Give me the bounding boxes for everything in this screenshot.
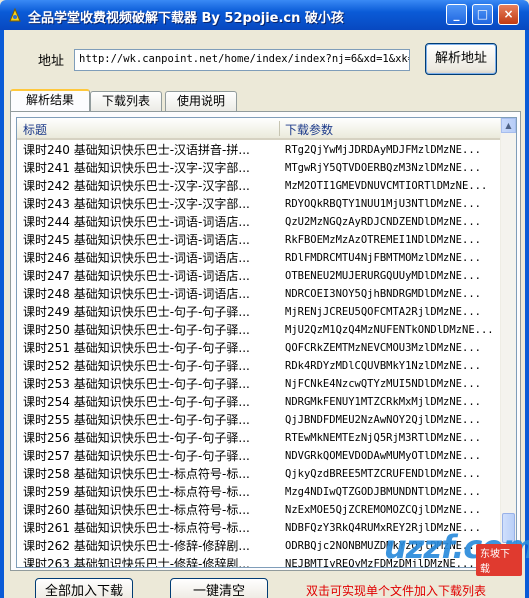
- row-download-params: NjFCNkE4NzcwQTYzMUI5NDlDMzNE...: [285, 378, 481, 390]
- watermark-logo: uzzf.com 东坡下载: [360, 524, 529, 576]
- table-row[interactable]: 课时245 基础知识快乐巴士-词语-词语店... RkFBOEMzMzAzOTRE…: [17, 231, 503, 249]
- clear-all-button[interactable]: 一键清空: [170, 578, 268, 598]
- close-button[interactable]: ×: [498, 4, 519, 25]
- minimize-button[interactable]: _: [446, 4, 467, 25]
- row-title: 课时247 基础知识快乐巴士-词语-词语店...: [23, 269, 250, 283]
- window-title: 全品学堂收费视频破解下载器 By 52pojie.cn 破小孩: [28, 11, 344, 26]
- row-title: 课时261 基础知识快乐巴士-标点符号-标...: [23, 521, 250, 535]
- row-title: 课时251 基础知识快乐巴士-句子-句子驿...: [23, 341, 250, 355]
- row-download-params: MzM2OTI1GMEVDNUVCMTIORTlDMzNE...: [285, 180, 488, 192]
- row-download-params: RkFBOEMzMzAzOTREMEI1NDlDMzNE...: [285, 234, 481, 246]
- tab-download-list[interactable]: 下载列表: [90, 91, 162, 111]
- app-icon: [9, 7, 21, 22]
- row-download-params: MjRENjJCREU5QOFCMTA2RjlDMzNE...: [285, 306, 481, 318]
- table-row[interactable]: 课时249 基础知识快乐巴士-句子-句子驿... MjRENjJCREU5QOFC…: [17, 303, 503, 321]
- table-row[interactable]: 课时241 基础知识快乐巴士-汉字-汉字部... MTgwRjY5QTVDOERB…: [17, 159, 503, 177]
- parse-address-button[interactable]: 解析地址: [425, 43, 497, 75]
- table-row[interactable]: 课时244 基础知识快乐巴士-词语-词语店... QzU2MzNGQzAyRDJC…: [17, 213, 503, 231]
- row-title: 课时240 基础知识快乐巴士-汉语拼音-拼...: [23, 143, 250, 157]
- column-divider[interactable]: [279, 121, 280, 136]
- row-title: 课时244 基础知识快乐巴士-词语-词语店...: [23, 215, 250, 229]
- row-title: 课时262 基础知识快乐巴士-修辞-修辞剧...: [23, 539, 250, 553]
- tab-instructions[interactable]: 使用说明: [165, 91, 237, 111]
- table-row[interactable]: 课时248 基础知识快乐巴士-词语-词语店... NDRCOEI3NOY5QjhB…: [17, 285, 503, 303]
- row-title: 课时246 基础知识快乐巴士-词语-词语店...: [23, 251, 250, 265]
- table-row[interactable]: 课时242 基础知识快乐巴士-汉字-汉字部... MzM2OTI1GMEVDNUV…: [17, 177, 503, 195]
- row-title: 课时241 基础知识快乐巴士-汉字-汉字部...: [23, 161, 250, 175]
- row-download-params: NDRGMkFENUY1MTZCRkMxMjlDMzNE...: [285, 396, 481, 408]
- vertical-scrollbar[interactable]: ▲ ▼: [500, 118, 516, 567]
- row-title: 课时259 基础知识快乐巴士-标点符号-标...: [23, 485, 250, 499]
- row-download-params: QjJBNDFDMEU2NzAwNOY2QjlDMzNE...: [285, 414, 481, 426]
- row-title: 课时255 基础知识快乐巴士-句子-句子驿...: [23, 413, 250, 427]
- row-title: 课时253 基础知识快乐巴士-句子-句子驿...: [23, 377, 250, 391]
- row-download-params: Mzg4NDIwQTZGODJBMUNDNTlDMzNE...: [285, 486, 481, 498]
- table-row[interactable]: 课时251 基础知识快乐巴士-句子-句子驿... QOFCRkZEMTMzNEVC…: [17, 339, 503, 357]
- address-label: 地址: [38, 54, 65, 69]
- row-download-params: OTBENEU2MUJERURGQUUyMDlDMzNE...: [285, 270, 481, 282]
- row-title: 课时258 基础知识快乐巴士-标点符号-标...: [23, 467, 250, 481]
- table-row[interactable]: 课时255 基础知识快乐巴士-句子-句子驿... QjJBNDFDMEU2NzAw…: [17, 411, 503, 429]
- row-title: 课时256 基础知识快乐巴士-句子-句子驿...: [23, 431, 250, 445]
- tab-parse-results[interactable]: 解析结果: [10, 89, 90, 112]
- row-title: 课时257 基础知识快乐巴士-句子-句子驿...: [23, 449, 250, 463]
- table-row[interactable]: 课时259 基础知识快乐巴士-标点符号-标... Mzg4NDIwQTZGODJB…: [17, 483, 503, 501]
- row-download-params: RDk4RDYzMDlCQUVBMkY1NzlDMzNE...: [285, 360, 481, 372]
- row-title: 课时249 基础知识快乐巴士-句子-句子驿...: [23, 305, 250, 319]
- address-input[interactable]: http://wk.canpoint.net/home/index/index?…: [74, 49, 410, 71]
- row-download-params: QjkyQzdBREE5MTZCRUFENDlDMzNE...: [285, 468, 481, 480]
- row-title: 课时245 基础知识快乐巴士-词语-词语店...: [23, 233, 250, 247]
- double-click-hint: 双击可实现单个文件加入下载列表: [306, 584, 487, 598]
- window-frame-left: [0, 30, 4, 598]
- table-row[interactable]: 课时258 基础知识快乐巴士-标点符号-标... QjkyQzdBREE5MTZC…: [17, 465, 503, 483]
- row-title: 课时250 基础知识快乐巴士-句子-句子驿...: [23, 323, 250, 337]
- row-download-params: MjU2QzM1QzQ4MzNUFENTkONDlDMzNE...: [285, 324, 494, 336]
- row-download-params: RTEwMkNEMTEzNjQ5RjM3RTlDMzNE...: [285, 432, 481, 444]
- table-row[interactable]: 课时257 基础知识快乐巴士-句子-句子驿... NDVGRkQOMEVDODAw…: [17, 447, 503, 465]
- table-row[interactable]: 课时260 基础知识快乐巴士-标点符号-标... NzExMOE5QjZCREMO…: [17, 501, 503, 519]
- table-row[interactable]: 课时243 基础知识快乐巴士-汉字-汉字部... RDYOQkRBQTY1NUU1…: [17, 195, 503, 213]
- row-download-params: RTg2QjYwMjJDRDAyMDJFMzlDMzNE...: [285, 144, 481, 156]
- table-row[interactable]: 课时250 基础知识快乐巴士-句子-句子驿... MjU2QzM1QzQ4MzNU…: [17, 321, 503, 339]
- list-header: 标题 下载参数: [17, 118, 503, 140]
- column-header-title[interactable]: 标题: [23, 121, 47, 138]
- table-row[interactable]: 课时252 基础知识快乐巴士-句子-句子驿... RDk4RDYzMDlCQUVB…: [17, 357, 503, 375]
- window-frame-right: [525, 30, 529, 598]
- add-all-to-download-button[interactable]: 全部加入下载: [35, 578, 133, 598]
- table-row[interactable]: 课时254 基础知识快乐巴士-句子-句子驿... NDRGMkFENUY1MTZC…: [17, 393, 503, 411]
- row-title: 课时248 基础知识快乐巴士-词语-词语店...: [23, 287, 250, 301]
- results-list[interactable]: 标题 下载参数 课时240 基础知识快乐巴士-汉语拼音-拼... RTg2QjYw…: [16, 117, 517, 568]
- row-title: 课时243 基础知识快乐巴士-汉字-汉字部...: [23, 197, 250, 211]
- column-header-params[interactable]: 下载参数: [285, 121, 333, 138]
- scroll-up-icon[interactable]: ▲: [501, 118, 516, 133]
- row-download-params: NDRCOEI3NOY5QjhBNDRGMDlDMzNE...: [285, 288, 481, 300]
- app-window: 全品学堂收费视频破解下载器 By 52pojie.cn 破小孩 _ □ × 地址…: [0, 0, 529, 598]
- table-row[interactable]: 课时240 基础知识快乐巴士-汉语拼音-拼... RTg2QjYwMjJDRDAy…: [17, 141, 503, 159]
- list-rows: 课时240 基础知识快乐巴士-汉语拼音-拼... RTg2QjYwMjJDRDAy…: [17, 141, 503, 568]
- row-title: 课时242 基础知识快乐巴士-汉字-汉字部...: [23, 179, 250, 193]
- title-bar[interactable]: 全品学堂收费视频破解下载器 By 52pojie.cn 破小孩 _ □ ×: [0, 0, 529, 30]
- row-download-params: RDlFMDRCMTU4NjFBMTMOMzlDMzNE...: [285, 252, 481, 264]
- table-row[interactable]: 课时253 基础知识快乐巴士-句子-句子驿... NjFCNkE4NzcwQTYz…: [17, 375, 503, 393]
- table-row[interactable]: 课时247 基础知识快乐巴士-词语-词语店... OTBENEU2MUJERURG…: [17, 267, 503, 285]
- row-title: 课时254 基础知识快乐巴士-句子-句子驿...: [23, 395, 250, 409]
- maximize-button[interactable]: □: [472, 4, 493, 25]
- table-row[interactable]: 课时256 基础知识快乐巴士-句子-句子驿... RTEwMkNEMTEzNjQ5…: [17, 429, 503, 447]
- row-title: 课时252 基础知识快乐巴士-句子-句子驿...: [23, 359, 250, 373]
- row-download-params: QOFCRkZEMTMzNEVCMOU3MzlDMzNE...: [285, 342, 481, 354]
- row-download-params: QzU2MzNGQzAyRDJCNDZENDlDMzNE...: [285, 216, 481, 228]
- row-title: 课时263 基础知识快乐巴士-修辞-修辞剧...: [23, 557, 250, 568]
- row-title: 课时260 基础知识快乐巴士-标点符号-标...: [23, 503, 250, 517]
- table-row[interactable]: 课时246 基础知识快乐巴士-词语-词语店... RDlFMDRCMTU4NjFB…: [17, 249, 503, 267]
- row-download-params: MTgwRjY5QTVDOERBQzM3NzlDMzNE...: [285, 162, 481, 174]
- watermark-badge: 东坡下载: [476, 544, 522, 576]
- row-download-params: NzExMOE5QjZCREMOMOZCQjlDMzNE...: [285, 504, 481, 516]
- row-download-params: NDVGRkQOMEVDODAwMUMyOTlDMzNE...: [285, 450, 481, 462]
- row-download-params: RDYOQkRBQTY1NUU1MjU3NTlDMzNE...: [285, 198, 481, 210]
